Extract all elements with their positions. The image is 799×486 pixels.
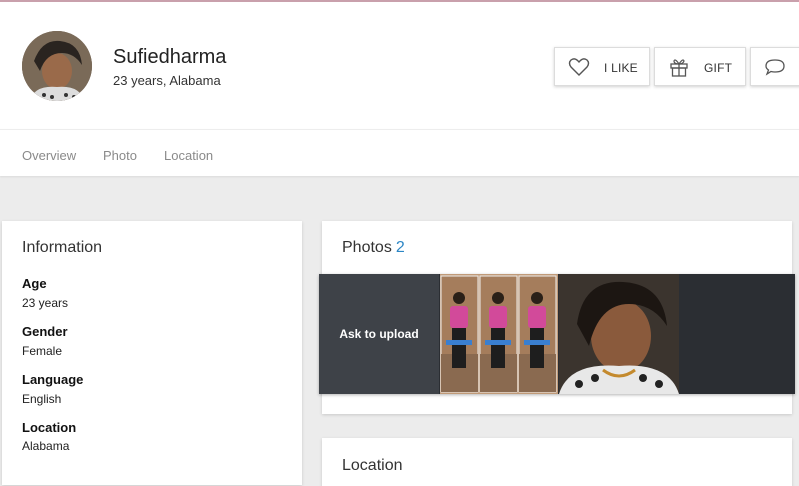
avatar-image [22,31,92,101]
location-value: Alabama [22,439,70,453]
portrait-photo-image [559,274,679,394]
tab-photo[interactable]: Photo [103,148,137,163]
gift-button[interactable]: GIFT [654,47,746,86]
location-title: Location [342,457,403,474]
gift-button-label: GIFT [704,61,733,75]
photos-title: Photos 2 [342,239,405,257]
ask-to-upload-button[interactable]: Ask to upload [319,274,439,394]
avatar[interactable] [22,31,92,101]
gender-value: Female [22,344,63,358]
profile-header: Sufiedharma 23 years, Alabama I LIKE GIF… [0,2,799,129]
gender-label: Gender [22,324,68,339]
location-card: Location [322,438,792,486]
tab-location[interactable]: Location [164,148,213,163]
information-card: Information Age 23 years Gender Female L… [2,221,302,485]
profile-name: Sufiedharma [113,46,227,68]
language-value: English [22,392,62,406]
like-button[interactable]: I LIKE [554,47,650,86]
age-label: Age [22,276,47,291]
profile-subtitle: 23 years, Alabama [113,73,221,88]
message-button[interactable] [750,47,799,86]
language-label: Language [22,372,84,387]
speech-bubble-icon [765,59,785,76]
like-button-label: I LIKE [604,61,638,75]
photo-thumbnail[interactable] [559,274,679,394]
tab-overview[interactable]: Overview [22,148,76,163]
gift-icon [670,59,688,77]
age-value: 23 years [22,296,69,310]
profile-tabs: Overview Photo Location [0,129,799,176]
photos-title-text: Photos [342,239,392,256]
photo-strip: Ask to upload [319,274,795,394]
heart-icon [568,58,590,76]
photo-thumbnail[interactable] [440,274,558,394]
photo-collage-image [440,274,558,394]
location-label: Location [22,420,77,435]
information-title: Information [22,239,103,256]
photos-count[interactable]: 2 [396,239,405,256]
